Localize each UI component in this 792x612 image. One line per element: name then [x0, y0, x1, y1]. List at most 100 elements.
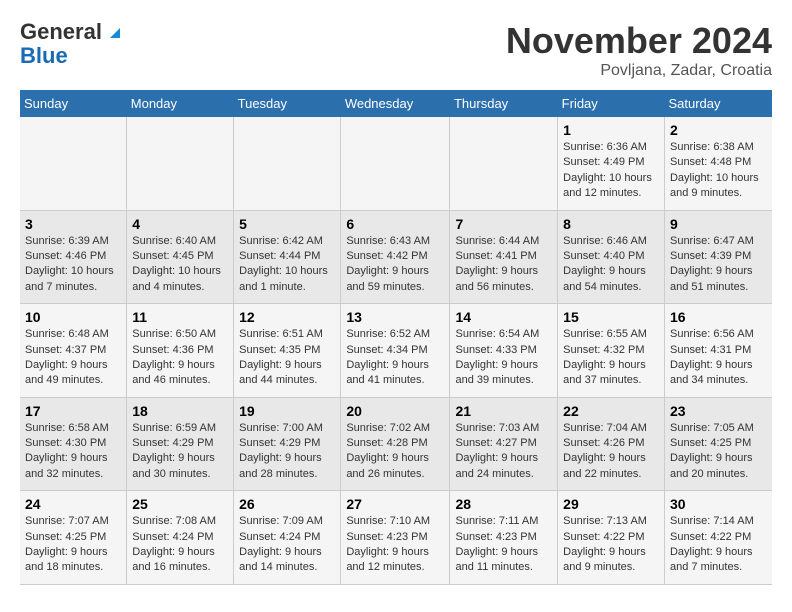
calendar-cell: 15 Sunrise: 6:55 AMSunset: 4:32 PMDayligh… — [558, 304, 665, 398]
logo-line2: Blue — [20, 44, 120, 68]
week-row-4: 17 Sunrise: 6:58 AMSunset: 4:30 PMDayligh… — [20, 397, 772, 491]
day-number: 11 — [132, 309, 228, 325]
location-subtitle: Povljana, Zadar, Croatia — [506, 62, 772, 80]
day-number: 14 — [455, 309, 552, 325]
logo-line1: General — [20, 19, 102, 44]
day-number: 30 — [670, 496, 767, 512]
day-info: Sunrise: 7:13 AMSunset: 4:22 PMDaylight:… — [563, 514, 659, 576]
day-number: 10 — [25, 309, 121, 325]
calendar-cell: 12 Sunrise: 6:51 AMSunset: 4:35 PMDayligh… — [234, 304, 341, 398]
day-info: Sunrise: 6:58 AMSunset: 4:30 PMDaylight:… — [25, 421, 121, 483]
calendar-cell — [234, 117, 341, 210]
day-number: 6 — [346, 216, 444, 232]
calendar-cell: 1 Sunrise: 6:36 AMSunset: 4:49 PMDaylight… — [558, 117, 665, 210]
header-day-monday: Monday — [127, 90, 234, 117]
day-number: 20 — [346, 403, 444, 419]
day-info: Sunrise: 6:38 AMSunset: 4:48 PMDaylight:… — [670, 140, 767, 202]
day-info: Sunrise: 6:59 AMSunset: 4:29 PMDaylight:… — [132, 421, 228, 483]
calendar-cell: 4Sunrise: 6:40 AMSunset: 4:45 PMDaylight… — [127, 210, 234, 304]
week-row-3: 10 Sunrise: 6:48 AMSunset: 4:37 PMDayligh… — [20, 304, 772, 398]
day-info: Sunrise: 7:00 AMSunset: 4:29 PMDaylight:… — [239, 421, 335, 483]
calendar-cell — [127, 117, 234, 210]
day-info: Sunrise: 6:54 AMSunset: 4:33 PMDaylight:… — [455, 327, 552, 389]
day-number: 27 — [346, 496, 444, 512]
calendar-cell: 19 Sunrise: 7:00 AMSunset: 4:29 PMDayligh… — [234, 397, 341, 491]
day-number: 21 — [455, 403, 552, 419]
calendar-cell: 26 Sunrise: 7:09 AMSunset: 4:24 PMDayligh… — [234, 491, 341, 585]
calendar-cell: 13 Sunrise: 6:52 AMSunset: 4:34 PMDayligh… — [341, 304, 450, 398]
calendar-cell: 8 Sunrise: 6:46 AMSunset: 4:40 PMDaylight… — [558, 210, 665, 304]
day-number: 24 — [25, 496, 121, 512]
logo: General Blue — [20, 20, 120, 68]
day-number: 16 — [670, 309, 767, 325]
calendar-cell: 5Sunrise: 6:42 AMSunset: 4:44 PMDaylight… — [234, 210, 341, 304]
day-info: Sunrise: 6:47 AMSunset: 4:39 PMDaylight:… — [670, 234, 767, 296]
header-day-saturday: Saturday — [664, 90, 772, 117]
day-info: Sunrise: 7:10 AMSunset: 4:23 PMDaylight:… — [346, 514, 444, 576]
day-number: 2 — [670, 122, 767, 138]
month-title: November 2024 — [506, 20, 772, 62]
day-info: Sunrise: 7:07 AMSunset: 4:25 PMDaylight:… — [25, 514, 121, 576]
day-info: Sunrise: 6:46 AMSunset: 4:40 PMDaylight:… — [563, 234, 659, 296]
day-number: 7 — [455, 216, 552, 232]
day-info: Sunrise: 6:36 AMSunset: 4:49 PMDaylight:… — [563, 140, 659, 202]
header-day-thursday: Thursday — [450, 90, 558, 117]
day-info: Sunrise: 6:44 AMSunset: 4:41 PMDaylight:… — [455, 234, 552, 296]
day-info: Sunrise: 6:56 AMSunset: 4:31 PMDaylight:… — [670, 327, 767, 389]
header-day-friday: Friday — [558, 90, 665, 117]
calendar-cell: 29 Sunrise: 7:13 AMSunset: 4:22 PMDayligh… — [558, 491, 665, 585]
day-number: 13 — [346, 309, 444, 325]
day-number: 23 — [670, 403, 767, 419]
day-info: Sunrise: 6:52 AMSunset: 4:34 PMDaylight:… — [346, 327, 444, 389]
calendar-cell: 28Sunrise: 7:11 AMSunset: 4:23 PMDayligh… — [450, 491, 558, 585]
calendar-cell: 2 Sunrise: 6:38 AMSunset: 4:48 PMDaylight… — [664, 117, 772, 210]
day-number: 26 — [239, 496, 335, 512]
day-info: Sunrise: 7:08 AMSunset: 4:24 PMDaylight:… — [132, 514, 228, 576]
logo-arrow-icon — [110, 28, 120, 38]
calendar-cell: 20Sunrise: 7:02 AMSunset: 4:28 PMDayligh… — [341, 397, 450, 491]
calendar-cell: 24 Sunrise: 7:07 AMSunset: 4:25 PMDayligh… — [20, 491, 127, 585]
day-info: Sunrise: 6:50 AMSunset: 4:36 PMDaylight:… — [132, 327, 228, 389]
calendar-cell: 25Sunrise: 7:08 AMSunset: 4:24 PMDayligh… — [127, 491, 234, 585]
calendar-cell: 21 Sunrise: 7:03 AMSunset: 4:27 PMDayligh… — [450, 397, 558, 491]
calendar-cell: 3 Sunrise: 6:39 AMSunset: 4:46 PMDaylight… — [20, 210, 127, 304]
header-day-tuesday: Tuesday — [234, 90, 341, 117]
week-row-2: 3 Sunrise: 6:39 AMSunset: 4:46 PMDaylight… — [20, 210, 772, 304]
day-number: 4 — [132, 216, 228, 232]
day-number: 12 — [239, 309, 335, 325]
day-number: 3 — [25, 216, 121, 232]
day-info: Sunrise: 6:48 AMSunset: 4:37 PMDaylight:… — [25, 327, 121, 389]
day-info: Sunrise: 6:39 AMSunset: 4:46 PMDaylight:… — [25, 234, 121, 296]
calendar-cell: 14 Sunrise: 6:54 AMSunset: 4:33 PMDayligh… — [450, 304, 558, 398]
day-info: Sunrise: 6:43 AMSunset: 4:42 PMDaylight:… — [346, 234, 444, 296]
day-info: Sunrise: 7:11 AMSunset: 4:23 PMDaylight:… — [455, 514, 552, 576]
day-number: 22 — [563, 403, 659, 419]
calendar-cell — [20, 117, 127, 210]
day-info: Sunrise: 6:55 AMSunset: 4:32 PMDaylight:… — [563, 327, 659, 389]
calendar-cell: 11 Sunrise: 6:50 AMSunset: 4:36 PMDayligh… — [127, 304, 234, 398]
calendar-cell: 22 Sunrise: 7:04 AMSunset: 4:26 PMDayligh… — [558, 397, 665, 491]
calendar-cell: 17 Sunrise: 6:58 AMSunset: 4:30 PMDayligh… — [20, 397, 127, 491]
calendar-cell — [450, 117, 558, 210]
calendar-cell — [341, 117, 450, 210]
day-info: Sunrise: 7:14 AMSunset: 4:22 PMDaylight:… — [670, 514, 767, 576]
day-info: Sunrise: 7:04 AMSunset: 4:26 PMDaylight:… — [563, 421, 659, 483]
page-header: General Blue November 2024 Povljana, Zad… — [20, 20, 772, 80]
day-info: Sunrise: 7:09 AMSunset: 4:24 PMDaylight:… — [239, 514, 335, 576]
day-number: 29 — [563, 496, 659, 512]
day-number: 8 — [563, 216, 659, 232]
day-info: Sunrise: 7:03 AMSunset: 4:27 PMDaylight:… — [455, 421, 552, 483]
calendar-cell: 6 Sunrise: 6:43 AMSunset: 4:42 PMDaylight… — [341, 210, 450, 304]
header-day-wednesday: Wednesday — [341, 90, 450, 117]
day-number: 5 — [239, 216, 335, 232]
day-number: 18 — [132, 403, 228, 419]
day-number: 9 — [670, 216, 767, 232]
week-row-5: 24 Sunrise: 7:07 AMSunset: 4:25 PMDayligh… — [20, 491, 772, 585]
day-number: 17 — [25, 403, 121, 419]
day-number: 19 — [239, 403, 335, 419]
day-number: 15 — [563, 309, 659, 325]
calendar-cell: 16 Sunrise: 6:56 AMSunset: 4:31 PMDayligh… — [664, 304, 772, 398]
calendar-cell: 18 Sunrise: 6:59 AMSunset: 4:29 PMDayligh… — [127, 397, 234, 491]
day-info: Sunrise: 6:51 AMSunset: 4:35 PMDaylight:… — [239, 327, 335, 389]
day-number: 1 — [563, 122, 659, 138]
